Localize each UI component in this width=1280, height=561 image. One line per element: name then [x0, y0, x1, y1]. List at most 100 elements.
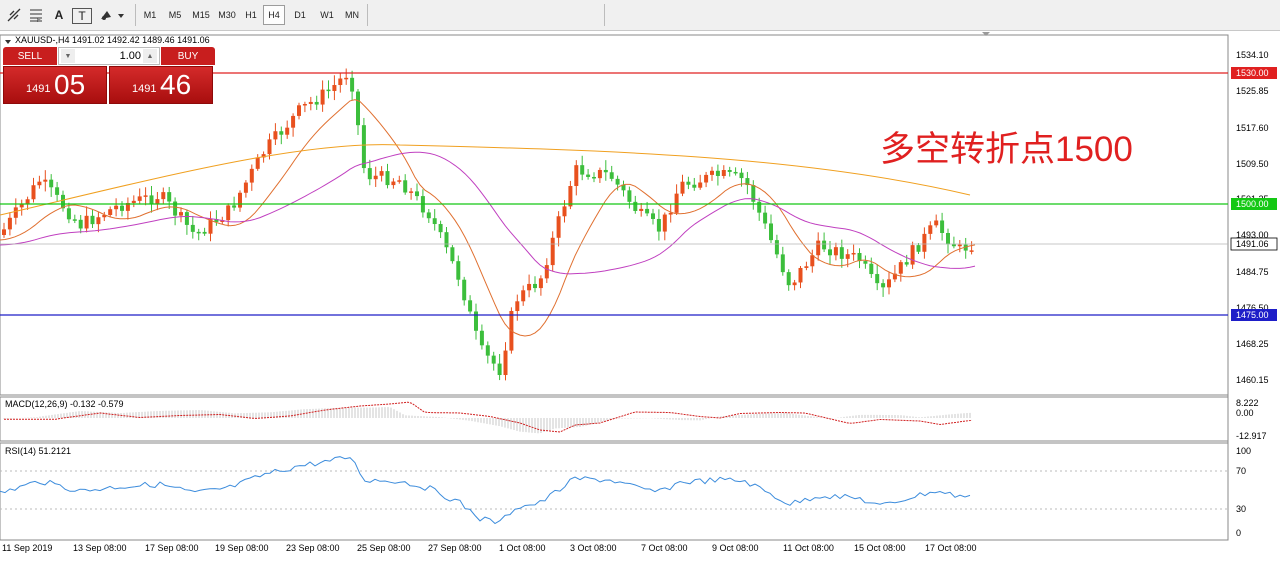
candle-body [556, 216, 561, 238]
tf-d1[interactable]: D1 [290, 6, 310, 24]
fibonacci-tool-icon[interactable]: F [26, 5, 46, 25]
tf-h4[interactable]: H4 [263, 5, 285, 25]
candle-body [90, 215, 95, 225]
lot-decrease-icon[interactable]: ▼ [61, 49, 75, 63]
tf-w1[interactable]: W1 [316, 6, 338, 24]
lot-size-input[interactable]: ▼ 1.00 ▲ [58, 47, 160, 65]
candle-body [96, 217, 101, 225]
candle-body [344, 77, 349, 80]
candle-body [928, 225, 933, 234]
candle-body [527, 283, 532, 291]
macd-axis-tick: 8.222 [1236, 398, 1259, 408]
candle-body [31, 185, 36, 200]
candle-body [609, 172, 614, 179]
chart-window[interactable]: XAUUSD-,H4 1491.02 1492.42 1489.46 1491.… [0, 30, 1280, 556]
sell-price-prefix: 1491 [26, 83, 51, 95]
tf-m30[interactable]: M30 [215, 6, 239, 24]
toolbar-separator [604, 4, 605, 26]
time-tick: 9 Oct 08:00 [712, 543, 759, 553]
candle-body [302, 103, 307, 106]
candle-body [721, 170, 726, 176]
candle-body [727, 170, 732, 172]
candle-body [25, 199, 30, 204]
tf-mn[interactable]: MN [341, 6, 363, 24]
candle-body [385, 171, 390, 186]
candle-body [255, 157, 260, 169]
candle-body [426, 212, 431, 219]
lot-size-value[interactable]: 1.00 [120, 50, 141, 62]
candle-body [320, 89, 325, 105]
candle-body [143, 195, 148, 197]
time-tick: 13 Sep 08:00 [73, 543, 127, 553]
candle-body [934, 220, 939, 226]
level-label-1530: 1530.00 [1236, 68, 1269, 78]
candle-body [580, 165, 585, 175]
candle-body [444, 232, 449, 248]
candle-body [308, 101, 313, 104]
candle-body [521, 290, 526, 302]
candle-body [456, 261, 461, 280]
candle-body [167, 192, 172, 202]
level-label-1500: 1500.00 [1236, 199, 1269, 209]
candle-body [450, 247, 455, 262]
price-tick: 1534.10 [1236, 50, 1269, 60]
rsi-axis-tick: 70 [1236, 466, 1246, 476]
candle-body [37, 181, 42, 186]
buy-price-prefix: 1491 [132, 83, 157, 95]
candle-body [373, 175, 378, 180]
rsi-panel [0, 442, 1229, 541]
candle-body [869, 263, 874, 275]
chart-canvas[interactable]: XAUUSD-,H4 1491.02 1492.42 1489.46 1491.… [0, 30, 1280, 556]
candle-body [863, 261, 868, 264]
tf-h1[interactable]: H1 [242, 6, 260, 24]
candle-body [586, 174, 591, 177]
price-tick: 1484.75 [1236, 267, 1269, 277]
candle-body [2, 229, 6, 235]
candle-body [55, 187, 60, 195]
candle-body [898, 262, 903, 274]
candle-body [946, 232, 950, 245]
tf-m5[interactable]: M5 [164, 6, 186, 24]
tf-m1[interactable]: M1 [140, 6, 160, 24]
candle-body [137, 196, 142, 201]
chart-header: XAUUSD-,H4 1491.02 1492.42 1489.46 1491.… [15, 35, 210, 45]
lot-increase-icon[interactable]: ▲ [143, 49, 157, 63]
time-tick: 17 Sep 08:00 [145, 543, 199, 553]
buy-price-box[interactable]: 1491 46 [109, 66, 213, 104]
candle-body [291, 115, 296, 128]
text-tool-button[interactable]: A [50, 5, 68, 25]
candle-body [515, 301, 520, 312]
chart-annotation: 多空转折点1500 [880, 130, 1133, 169]
sell-button[interactable]: SELL [3, 47, 57, 65]
sell-price-box[interactable]: 1491 05 [3, 66, 107, 104]
candle-body [692, 184, 697, 188]
candle-body [468, 300, 473, 312]
candle-body [72, 219, 77, 221]
crosshair-tool-icon[interactable] [4, 5, 24, 25]
candle-body [202, 231, 207, 234]
candle-body [816, 240, 821, 256]
candle-body [338, 78, 343, 86]
candle-body [715, 170, 720, 176]
buy-button[interactable]: BUY [161, 47, 215, 65]
candle-body [249, 168, 254, 183]
tf-m15[interactable]: M15 [190, 6, 212, 24]
candle-body [951, 244, 956, 247]
candle-body [615, 178, 620, 185]
candle-body [462, 279, 467, 301]
macd-axis-tick: -12.917 [1236, 431, 1267, 441]
candle-body [409, 191, 414, 193]
shapes-tool-icon[interactable] [96, 5, 130, 25]
text-label-tool-button[interactable]: T [72, 8, 92, 24]
candle-body [680, 181, 685, 194]
candle-body [326, 89, 331, 92]
candle-body [922, 233, 927, 252]
candle-body [828, 249, 832, 256]
candle-body [887, 279, 891, 288]
candle-body [196, 231, 201, 234]
time-tick: 19 Sep 08:00 [215, 543, 269, 553]
candle-body [438, 224, 443, 233]
candle-body [804, 266, 809, 268]
candle-body [432, 218, 437, 225]
candle-body [7, 217, 12, 230]
